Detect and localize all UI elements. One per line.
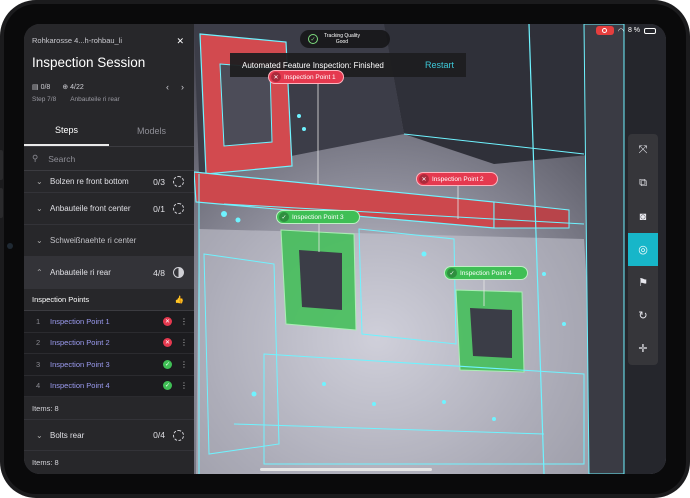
chevron-down-icon: ⌄	[36, 236, 43, 245]
next-step-icon[interactable]: ›	[181, 82, 184, 92]
page-title: Inspection Session	[32, 55, 146, 70]
expand-icon[interactable]: ✛	[628, 332, 658, 365]
inspection-finished-toast: Automated Feature Inspection: Finished R…	[230, 53, 466, 77]
list-item[interactable]: 1 Inspection Point 1 ✕ ⋮	[24, 311, 194, 333]
tablet-frame: ◠ 8 % ✓ Tracking Quality Good Automated …	[0, 0, 690, 498]
panel-tabs: Steps Models	[24, 115, 194, 147]
step-row[interactable]: ⌄ Schweißnaehte ri center	[24, 225, 194, 257]
list-item[interactable]: 2 Inspection Point 2 ✕ ⋮	[24, 332, 194, 354]
step-name: Anbauteile ri rear	[70, 96, 120, 103]
previous-step-icon[interactable]: ‹	[166, 82, 169, 92]
progress-ring-icon	[173, 176, 184, 187]
search-input[interactable]: ⚲ Search	[24, 147, 194, 171]
layers-icon[interactable]: ⧉	[628, 167, 658, 200]
fail-icon: ✕	[163, 316, 172, 326]
screen: ◠ 8 % ✓ Tracking Quality Good Automated …	[24, 24, 666, 474]
points-counter: ⊕ 4/22	[62, 84, 84, 91]
items-count: Items: 8	[32, 403, 59, 413]
inspection-side-panel: Rohkarosse 4...h-rohbau_li ✕ Inspection …	[24, 24, 194, 474]
progress-ring-icon	[173, 429, 184, 441]
check-icon: ✓	[447, 268, 457, 278]
fail-icon: ✕	[163, 338, 172, 348]
restart-button[interactable]: Restart	[425, 60, 454, 70]
inspection-points-header: Inspection Points 👍	[24, 289, 194, 311]
tracking-quality-indicator: ✓ Tracking Quality Good	[300, 30, 390, 48]
fail-icon: ✕	[419, 174, 429, 184]
refresh-icon[interactable]: ↻	[628, 299, 658, 332]
ar-toolbar: ⤧ ⧉ ◙ ◎ ⚑ ↻ ✛	[628, 134, 658, 365]
battery-icon	[644, 27, 656, 34]
crosshair-icon: ⊕	[62, 84, 69, 91]
chevron-down-icon: ⌄	[36, 177, 43, 186]
camera-dot	[7, 243, 13, 249]
flag-icon[interactable]: ⚑	[628, 266, 658, 299]
battery-percent: 8 %	[627, 27, 640, 34]
more-options-icon[interactable]: ⋮	[180, 317, 188, 326]
search-placeholder: Search	[48, 153, 76, 164]
list-item[interactable]: 3 Inspection Point 3 ✓ ⋮	[24, 354, 194, 376]
screen-record-icon	[595, 26, 614, 35]
check-icon: ✓	[279, 212, 289, 222]
step-row[interactable]: ⌄ Anbauteile front center 0/1	[24, 193, 194, 225]
home-indicator[interactable]	[260, 468, 432, 471]
footer-items-count: Items: 8	[32, 457, 59, 467]
volume-down-button	[0, 188, 3, 218]
ar-label-inspection-point-3[interactable]: ✓ Inspection Point 3	[276, 210, 360, 224]
chevron-down-icon: ⌄	[36, 430, 43, 440]
step-row-active[interactable]: ⌃ Anbauteile ri rear 4/8	[24, 257, 194, 289]
ar-label-inspection-point-1[interactable]: ✕ Inspection Point 1	[268, 70, 344, 84]
tab-models[interactable]: Models	[109, 115, 194, 146]
chevron-down-icon: ⌄	[36, 204, 43, 213]
file-name: Rohkarosse 4...h-rohbau_li	[32, 36, 123, 45]
fail-icon: ✕	[271, 72, 281, 82]
ar-label-inspection-point-4[interactable]: ✓ Inspection Point 4	[444, 266, 528, 280]
more-options-icon[interactable]: ⋮	[180, 360, 188, 369]
chevron-up-icon: ⌃	[36, 268, 43, 277]
tracking-value: Good	[335, 39, 349, 45]
thumbs-up-icon[interactable]: 👍	[175, 295, 184, 304]
step-row[interactable]: ⌄ Bolzen re front bottom 0/3	[24, 171, 194, 193]
check-icon: ✓	[163, 359, 172, 369]
toast-message: Automated Feature Inspection: Finished	[242, 60, 384, 70]
list-item[interactable]: 4 Inspection Point 4 ✓ ⋮	[24, 375, 194, 397]
search-icon: ⚲	[32, 153, 39, 163]
progress-half-icon	[173, 267, 184, 278]
more-options-icon[interactable]: ⋮	[180, 381, 188, 390]
wifi-icon: ◠	[617, 27, 624, 35]
check-circle-icon: ✓	[308, 34, 318, 44]
checks-counter: ▤ 0/8	[32, 84, 51, 91]
clipboard-icon: ▤	[32, 84, 39, 91]
more-options-icon[interactable]: ⋮	[180, 338, 188, 347]
fit-view-icon[interactable]: ⤧	[628, 134, 658, 167]
ar-label-inspection-point-2[interactable]: ✕ Inspection Point 2	[416, 172, 498, 186]
progress-ring-icon	[173, 203, 184, 214]
volume-up-button	[0, 150, 3, 180]
camera-icon[interactable]: ◙	[628, 200, 658, 233]
step-indicator: Step 7/8	[32, 96, 57, 103]
check-icon: ✓	[163, 381, 172, 391]
tab-steps[interactable]: Steps	[24, 115, 109, 146]
step-row[interactable]: ⌄ Bolts rear 0/4	[24, 419, 194, 451]
close-icon[interactable]: ✕	[176, 36, 184, 47]
status-bar: ◠ 8 %	[595, 26, 656, 35]
target-icon[interactable]: ◎	[628, 233, 658, 266]
